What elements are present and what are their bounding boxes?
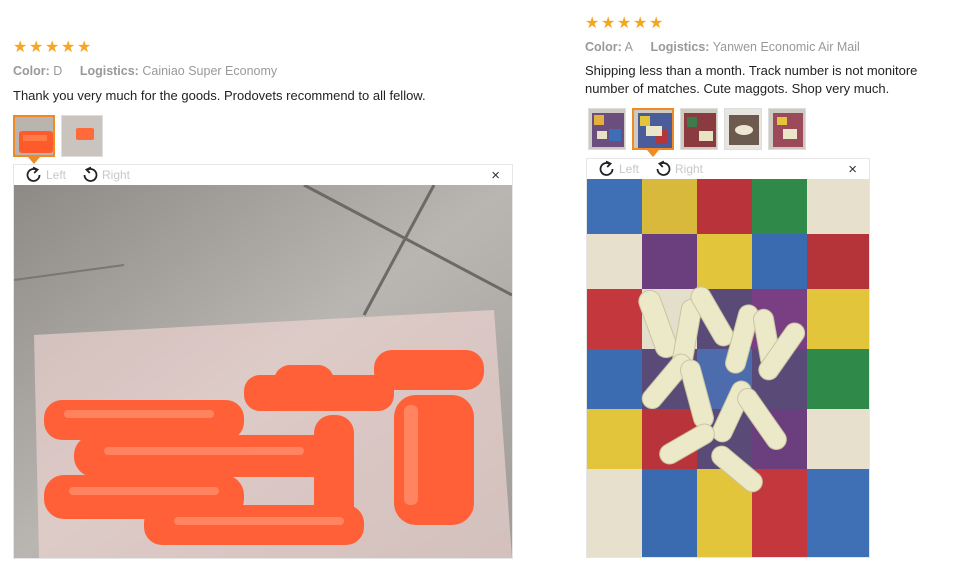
rotate-left-button[interactable]: Left [24, 165, 66, 185]
rating-stars: ★ ★ ★ ★ ★ [13, 40, 513, 56]
review-photo-thumbnail[interactable] [680, 108, 718, 150]
logistics-label: Logistics: [650, 40, 710, 54]
maggots-on-puzzle-mat-photo [587, 179, 869, 557]
review-photo [587, 179, 869, 557]
logistics-label: Logistics: [79, 64, 139, 78]
close-viewer-button[interactable]: × [848, 161, 857, 178]
review-2-thumbnails [588, 108, 806, 150]
review-2-image-viewer: Left Right × [586, 158, 870, 558]
thumbnail-image [769, 109, 805, 149]
review-photo-thumbnail[interactable] [61, 115, 103, 157]
review-meta: Color: A Logistics: Yanwen Economic Air … [585, 40, 945, 54]
color-value: A [624, 40, 633, 54]
review-photo-thumbnail[interactable] [632, 108, 674, 150]
star-icon: ★ [601, 15, 616, 32]
star-icon: ★ [585, 15, 600, 32]
color-label: Color: [585, 40, 622, 54]
star-icon: ★ [633, 15, 648, 32]
review-text-line: Shipping less than a month. Track number… [585, 63, 918, 78]
star-icon: ★ [45, 39, 60, 56]
review-photo-thumbnail[interactable] [768, 108, 806, 150]
thumbnail-image [634, 110, 672, 148]
rotate-right-icon [83, 166, 98, 182]
review-photo [14, 185, 512, 558]
color-value: D [53, 64, 63, 78]
rotate-right-label: Right [102, 168, 131, 182]
thumbnail-image [725, 109, 761, 149]
star-icon: ★ [649, 15, 664, 32]
review-1: ★ ★ ★ ★ ★ Color: D Logistics: Cainiao Su… [13, 40, 513, 105]
rotate-left-label: Left [619, 162, 640, 176]
viewer-toolbar: Left Right × [14, 165, 512, 185]
active-thumbnail-caret [28, 157, 40, 164]
close-viewer-button[interactable]: × [491, 167, 500, 184]
review-meta: Color: D Logistics: Cainiao Super Econom… [13, 64, 513, 78]
logistics-value: Yanwen Economic Air Mail [712, 40, 860, 54]
rating-stars: ★ ★ ★ ★ ★ [585, 16, 945, 32]
active-thumbnail-caret [647, 150, 659, 157]
rotate-right-button[interactable]: Right [653, 159, 703, 179]
review-1-image-viewer: Left Right × [13, 164, 513, 559]
star-icon: ★ [77, 39, 92, 56]
rotate-left-label: Left [46, 168, 67, 182]
thumbnail-image [681, 109, 717, 149]
logistics-value: Cainiao Super Economy [142, 64, 278, 78]
bait-bag-photo [14, 185, 512, 558]
star-icon: ★ [61, 39, 76, 56]
review-1-thumbnails [13, 115, 103, 157]
rotate-right-label: Right [675, 162, 704, 176]
thumbnail-image [62, 116, 102, 156]
rotate-right-icon [656, 160, 671, 176]
viewer-toolbar: Left Right × [587, 159, 869, 179]
rotate-right-button[interactable]: Right [80, 165, 130, 185]
rotate-left-icon [599, 160, 614, 176]
review-text: Thank you very much for the goods. Prodo… [13, 88, 426, 103]
color-label: Color: [13, 64, 50, 78]
star-icon: ★ [13, 39, 28, 56]
review-photo-thumbnail[interactable] [588, 108, 626, 150]
review-2: ★ ★ ★ ★ ★ Color: A Logistics: Yanwen Eco… [585, 16, 945, 98]
review-photo-thumbnail[interactable] [13, 115, 55, 157]
review-text: Shipping less than a month. Track number… [585, 62, 935, 98]
rotate-left-icon [26, 166, 41, 182]
review-photo-thumbnail[interactable] [724, 108, 762, 150]
review-text-line: number of matches. Cute maggots. Shop ve… [585, 81, 890, 96]
rotate-left-button[interactable]: Left [597, 159, 639, 179]
thumbnail-image [15, 117, 53, 155]
star-icon: ★ [29, 39, 44, 56]
star-icon: ★ [617, 15, 632, 32]
thumbnail-image [589, 109, 625, 149]
